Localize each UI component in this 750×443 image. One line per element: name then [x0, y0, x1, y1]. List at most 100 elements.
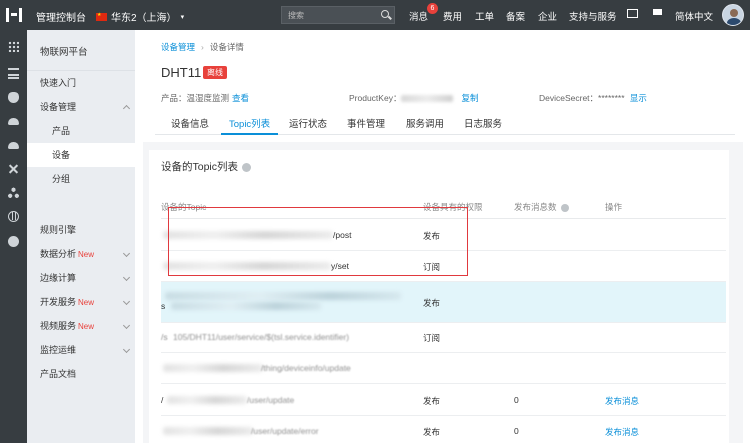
published-count-cell: 0 [514, 426, 519, 436]
cloud-icon[interactable] [8, 118, 19, 125]
table-row: /s 105/DHT11/user/service/$(tsl.service.… [161, 323, 726, 353]
redacted-productkey [401, 95, 454, 103]
new-badge: New [78, 322, 95, 331]
grid-icon[interactable] [8, 41, 19, 52]
list-icon[interactable] [8, 68, 19, 79]
sidebar-item-groups[interactable]: 分组 [27, 167, 135, 191]
topic-prefix: / [161, 395, 164, 405]
permission-cell: 发布 [423, 427, 441, 437]
breadcrumb-separator: › [201, 42, 204, 52]
top-navigation-bar: 管理控制台 华东2（上海） ▾ 消息 6 费用 工单 备案 企业 支持与服务 简… [0, 0, 750, 30]
user-avatar[interactable] [722, 4, 744, 26]
nav-enterprise[interactable]: 企业 [538, 9, 557, 23]
sidebar-item-label: 产品文档 [40, 369, 77, 379]
search-input[interactable] [282, 7, 372, 23]
page-title: DHT11 [161, 65, 202, 80]
devicesecret-label: DeviceSecret：******** [539, 93, 627, 103]
productkey-label: ProductKey： [349, 93, 402, 103]
search-box [281, 6, 395, 24]
sidebar-item-product-docs[interactable]: 产品文档 [27, 362, 135, 386]
topic-mid: /user/update/error [251, 426, 319, 436]
table-row[interactable]: s 发布 [161, 282, 726, 323]
tab-runtime-status[interactable]: 运行状态 [289, 116, 327, 130]
search-icon[interactable] [381, 10, 389, 18]
nav-ticket[interactable]: 工单 [475, 9, 494, 23]
sidebar-item-rule-engine[interactable]: 规则引擎 [27, 218, 135, 242]
sidebar-item-video-services[interactable]: 视频服务 New [27, 314, 135, 338]
console-link[interactable]: 管理控制台 [36, 9, 86, 24]
topic-panel: 设备的Topic列表 设备的Topic 设备具有的权限 发布消息数 操作 /po… [143, 142, 743, 443]
circle-icon[interactable] [8, 236, 19, 247]
chevron-down-icon [122, 273, 131, 282]
copy-productkey-link[interactable]: 复制 [461, 93, 478, 103]
product-label: 产品：温湿度监测 [161, 93, 230, 103]
publish-message-link[interactable]: 发布消息 [605, 426, 639, 438]
database-icon[interactable] [8, 142, 19, 149]
sidebar-item-monitoring[interactable]: 监控运维 [27, 338, 135, 362]
status-badge: 离线 [203, 66, 227, 79]
close-x-icon[interactable] [8, 163, 19, 174]
sidebar-item-quickstart[interactable]: 快速入门 [27, 71, 135, 95]
shield-icon[interactable] [8, 92, 19, 103]
tab-event-management[interactable]: 事件管理 [347, 116, 385, 130]
region-selector[interactable]: 华东2（上海） ▾ [96, 9, 184, 24]
cart-icon[interactable] [652, 9, 663, 18]
product-icon-rail [0, 30, 27, 443]
sidebar-item-label: 分组 [52, 174, 71, 184]
sidebar: 物联网平台 快速入门 设备管理 产品 设备 分组 规则引擎 数据分析 New 边缘… [27, 30, 135, 443]
sidebar-item-products[interactable]: 产品 [27, 119, 135, 143]
breadcrumb-current: 设备详情 [209, 42, 244, 52]
message-count-badge: 6 [427, 3, 438, 14]
devicesecret-info: DeviceSecret：******** 显示 [539, 92, 647, 104]
tab-device-info[interactable]: 设备信息 [171, 116, 209, 130]
publish-message-link[interactable]: 发布消息 [605, 395, 639, 407]
view-product-link[interactable]: 查看 [232, 93, 249, 103]
globe-icon[interactable] [8, 211, 19, 222]
chevron-down-icon [122, 321, 131, 330]
language-selector[interactable]: 简体中文 [675, 9, 713, 23]
table-row: /thing/deviceinfo/update [161, 353, 726, 384]
sidebar-item-label: 设备 [52, 150, 71, 160]
published-count-cell: 0 [514, 395, 519, 405]
tab-log-service[interactable]: 日志服务 [464, 116, 502, 130]
permission-cell: 发布 [423, 298, 441, 308]
mail-icon[interactable] [627, 9, 638, 18]
redacted-topic [171, 302, 321, 310]
show-secret-link[interactable]: 显示 [630, 93, 647, 103]
sidebar-item-label: 开发服务 [40, 297, 77, 307]
topic-mid: /thing/deviceinfo/update [261, 363, 351, 373]
help-icon[interactable] [560, 203, 569, 212]
chevron-up-icon [122, 104, 131, 113]
nav-messages[interactable]: 消息 [409, 9, 428, 23]
sidebar-item-devices[interactable]: 设备 [27, 143, 135, 167]
nav-support[interactable]: 支持与服务 [569, 9, 617, 23]
new-badge: New [78, 250, 95, 259]
sidebar-item-device-management[interactable]: 设备管理 [27, 95, 135, 119]
column-header-published-text: 发布消息数 [514, 202, 557, 212]
redacted-topic [165, 292, 401, 300]
product-info: 产品：温湿度监测 查看 [161, 92, 249, 104]
sidebar-item-edge-computing[interactable]: 边缘计算 [27, 266, 135, 290]
sidebar-item-dev-services[interactable]: 开发服务 New [27, 290, 135, 314]
topic-card: 设备的Topic列表 设备的Topic 设备具有的权限 发布消息数 操作 /po… [149, 150, 729, 443]
sidebar-item-data-analysis[interactable]: 数据分析 New [27, 242, 135, 266]
sidebar-item-label: 规则引擎 [40, 225, 77, 235]
console-logo-icon[interactable] [6, 8, 22, 22]
chevron-down-icon: ▾ [180, 13, 185, 21]
topic-mid: 105/DHT11/user/service/$(tsl.service.ide… [173, 332, 350, 342]
column-header-published: 发布消息数 [514, 201, 569, 213]
nav-billing[interactable]: 费用 [443, 9, 462, 23]
breadcrumb-device-management[interactable]: 设备管理 [161, 42, 195, 52]
sidebar-item-label: 设备管理 [40, 102, 77, 112]
topic-mid: /user/update [247, 395, 295, 405]
tab-service-call[interactable]: 服务调用 [406, 116, 444, 130]
tab-topic-list[interactable]: Topic列表 [220, 116, 279, 135]
topic-prefix: /s [161, 332, 168, 342]
sidebar-item-label: 产品 [52, 126, 71, 136]
redacted-topic [167, 396, 247, 404]
nav-beian[interactable]: 备案 [506, 9, 525, 23]
nodes-icon[interactable] [8, 187, 19, 198]
china-flag-icon [96, 12, 107, 21]
help-icon[interactable] [242, 162, 252, 172]
redacted-topic [163, 364, 263, 372]
